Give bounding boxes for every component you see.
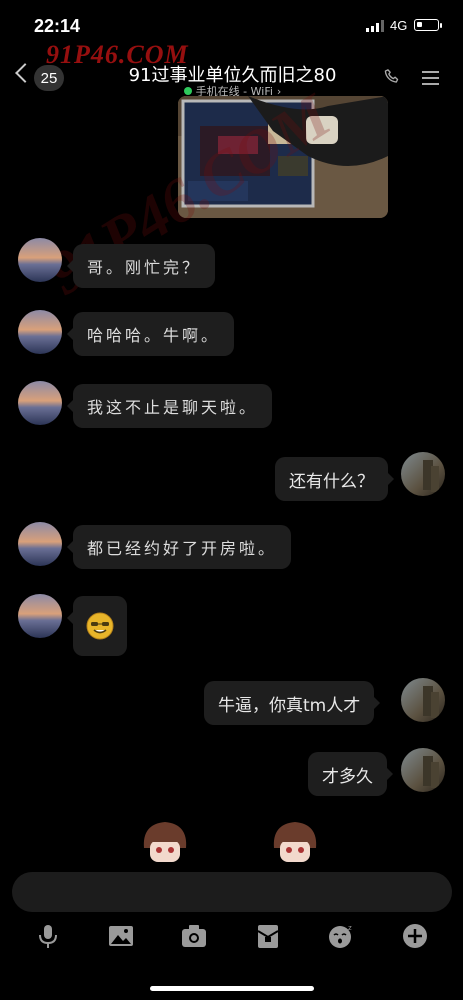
message-bubble-own[interactable]: 才多久 [308, 752, 393, 796]
sunset-avatar-image [18, 594, 62, 638]
city-avatar-image [401, 452, 445, 496]
back-chevron-icon[interactable] [15, 63, 35, 83]
network-type: 4G [390, 18, 408, 33]
message-input[interactable] [12, 872, 452, 912]
camera-icon[interactable] [181, 923, 207, 949]
own-avatar[interactable] [401, 748, 445, 792]
microphone-icon[interactable] [35, 923, 61, 949]
city-avatar-image [401, 678, 445, 722]
emoji-message-bubble[interactable] [67, 596, 127, 656]
city-avatar-image [401, 748, 445, 792]
contact-avatar[interactable] [18, 310, 62, 354]
sticker-icon[interactable]: z [328, 923, 354, 949]
contact-avatar[interactable] [18, 594, 62, 638]
phone-icon[interactable] [383, 68, 401, 86]
grinning-glasses-emoji-icon [86, 612, 114, 640]
sunset-avatar-image [18, 310, 62, 354]
own-avatar[interactable] [401, 678, 445, 722]
message-bubble[interactable]: 哈哈哈。牛啊。 [66, 312, 235, 356]
message-bubble[interactable]: 都已经约好了开房啦。 [66, 525, 292, 569]
battery-icon [414, 19, 442, 31]
red-packet-icon[interactable] [255, 923, 281, 949]
message-bubble[interactable]: 我这不止是聊天啦。 [66, 384, 273, 428]
contact-avatar[interactable] [18, 522, 62, 566]
sunset-avatar-image [18, 238, 62, 282]
message-bubble-own[interactable]: 牛逼，你真tm人才 [204, 681, 381, 725]
image-icon[interactable] [108, 923, 134, 949]
plus-icon[interactable] [402, 923, 428, 949]
contact-avatar[interactable] [18, 381, 62, 425]
anime-character-sticker [143, 822, 187, 862]
anime-character-sticker [273, 822, 317, 862]
online-dot-icon [183, 87, 192, 95]
status-time: 22:14 [34, 16, 81, 36]
signal-strength-icon [366, 20, 384, 32]
message-bubble-own[interactable]: 还有什么？ [275, 457, 394, 501]
svg-text:z: z [348, 924, 352, 932]
sunset-avatar-image [18, 522, 62, 566]
contact-avatar[interactable] [18, 238, 62, 282]
menu-icon[interactable] [422, 71, 439, 85]
own-avatar[interactable] [401, 452, 445, 496]
message-bubble[interactable]: 哥。刚忙完？ [66, 244, 216, 288]
home-indicator[interactable] [150, 986, 314, 991]
sunset-avatar-image [18, 381, 62, 425]
